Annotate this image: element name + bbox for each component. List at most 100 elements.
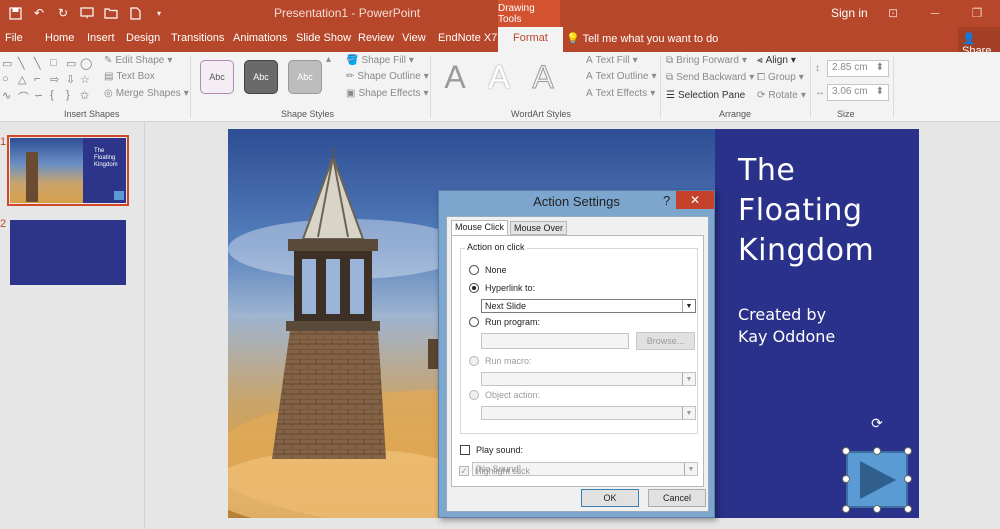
shape-triangle-icon[interactable]: △: [18, 73, 26, 86]
tab-insert[interactable]: Insert: [87, 32, 115, 44]
restore-icon[interactable]: ❐: [956, 2, 998, 24]
save-icon[interactable]: [4, 4, 26, 22]
rotate-button[interactable]: ⟳ Rotate ▾: [757, 90, 806, 101]
group-button[interactable]: ⧠ Group ▾: [757, 72, 804, 83]
option-hyperlink[interactable]: Hyperlink to:: [469, 283, 535, 293]
shape-style-swatch-light[interactable]: Abc: [200, 60, 234, 94]
tab-design[interactable]: Design: [126, 32, 160, 44]
shape-square-icon[interactable]: □: [50, 57, 57, 69]
shape-arrow-down-icon[interactable]: ⇩: [66, 73, 75, 86]
text-box-button[interactable]: ▤ Text Box: [104, 71, 155, 82]
slide-title[interactable]: The Floating Kingdom: [738, 151, 874, 271]
ribbon-display-options-icon[interactable]: ⊡: [872, 2, 914, 24]
shape-oval-icon[interactable]: ◯: [80, 57, 92, 70]
shape-height-field[interactable]: 2.85 cm ⬍: [827, 60, 889, 77]
tab-mouse-over[interactable]: Mouse Over: [510, 221, 568, 235]
resize-handle[interactable]: [904, 447, 912, 455]
hyperlink-target-select[interactable]: Next Slide ▼: [481, 299, 696, 313]
spin-icon[interactable]: ⬍: [876, 62, 884, 75]
rotate-handle-icon[interactable]: ⟳: [869, 415, 885, 431]
shape-brace-right-icon[interactable]: }: [66, 89, 70, 101]
shape-width-field[interactable]: 3.06 cm ⬍: [827, 84, 889, 101]
merge-shapes-button[interactable]: ◎ Merge Shapes ▾: [104, 88, 189, 99]
shape-rect2-icon[interactable]: ▭: [66, 57, 76, 70]
text-effects-button[interactable]: A Text Effects ▾: [586, 88, 655, 99]
shape-star2-icon[interactable]: ✩: [80, 89, 89, 102]
resize-handle[interactable]: [904, 505, 912, 513]
radio-none[interactable]: [469, 265, 479, 275]
slide-thumbnail-2[interactable]: [10, 220, 126, 285]
shape-styles-gallery-scroll[interactable]: ▴: [326, 54, 331, 65]
share-button[interactable]: 👤 Share: [958, 27, 1000, 57]
selection-pane-button[interactable]: ☰ Selection Pane: [666, 90, 745, 101]
tab-endnote[interactable]: EndNote X7: [438, 32, 497, 44]
resize-handle[interactable]: [842, 447, 850, 455]
shape-outline-button[interactable]: ✏ Shape Outline ▾: [346, 71, 429, 82]
radio-hyperlink[interactable]: [469, 283, 479, 293]
shape-curve-icon[interactable]: ∿: [2, 89, 11, 102]
wordart-style-gray[interactable]: A: [436, 58, 474, 96]
shape-rect-icon[interactable]: ▭: [2, 57, 12, 70]
shape-line2-icon[interactable]: ╲: [34, 57, 41, 70]
close-icon[interactable]: ✕: [676, 191, 714, 209]
tab-animations[interactable]: Animations: [233, 32, 287, 44]
bring-forward-button[interactable]: ⧉ Bring Forward ▾: [666, 55, 747, 66]
tell-me-search[interactable]: 💡 Tell me what you want to do: [566, 32, 718, 45]
tab-review[interactable]: Review: [358, 32, 394, 44]
help-icon[interactable]: ?: [663, 193, 670, 208]
text-fill-button[interactable]: A Text Fill ▾: [586, 55, 638, 66]
shape-style-swatch-dark[interactable]: Abc: [244, 60, 278, 94]
option-run-program[interactable]: Run program:: [469, 317, 540, 327]
undo-icon[interactable]: ↶: [28, 4, 50, 22]
slide-thumbnail-1[interactable]: The Floating Kingdom: [7, 135, 129, 206]
spin-icon[interactable]: ⬍: [876, 86, 884, 99]
tab-file[interactable]: File: [5, 32, 23, 44]
redo-icon[interactable]: ↻: [52, 4, 74, 22]
shape-connector-icon[interactable]: ⌒: [18, 89, 29, 105]
sign-in-link[interactable]: Sign in: [831, 6, 868, 20]
tab-mouse-click[interactable]: Mouse Click: [451, 220, 509, 236]
play-sound-checkbox[interactable]: [460, 445, 470, 455]
shape-style-swatch-gray[interactable]: Abc: [288, 60, 322, 94]
wordart-style-white[interactable]: A: [480, 58, 518, 96]
open-folder-icon[interactable]: [100, 4, 122, 22]
resize-handle[interactable]: [873, 447, 881, 455]
shape-line-icon[interactable]: ╲: [18, 57, 25, 70]
play-sound-option[interactable]: Play sound:: [460, 445, 523, 455]
resize-handle[interactable]: [873, 505, 881, 513]
resize-handle[interactable]: [842, 505, 850, 513]
minimize-icon[interactable]: ─: [914, 2, 956, 24]
shapes-gallery[interactable]: ▭ ╲ ╲ □ ▭ ◯ ○ △ ⌐ ⇨ ⇩ ☆ ∿ ⌒ ∽ { } ✩: [0, 55, 92, 105]
tab-transitions[interactable]: Transitions: [171, 32, 224, 44]
shape-elbow-icon[interactable]: ⌐: [34, 73, 40, 85]
resize-handle[interactable]: [904, 475, 912, 483]
wordart-style-outline[interactable]: A: [524, 58, 562, 96]
chevron-down-icon[interactable]: ▼: [682, 300, 695, 312]
align-button[interactable]: ⫷ Align ▾: [757, 55, 796, 66]
browse-button[interactable]: Browse...: [636, 332, 695, 350]
shape-arrow-right-icon[interactable]: ⇨: [50, 73, 59, 86]
shape-brace-left-icon[interactable]: {: [50, 89, 54, 101]
ok-button[interactable]: OK: [581, 489, 639, 507]
shape-circle-icon[interactable]: ○: [2, 73, 9, 85]
customize-qat-icon[interactable]: ▾: [148, 4, 170, 22]
new-file-icon[interactable]: [124, 4, 146, 22]
tab-view[interactable]: View: [402, 32, 426, 44]
tab-format[interactable]: Format: [498, 27, 563, 52]
action-button-forward-next[interactable]: [846, 451, 908, 508]
shape-freeform-icon[interactable]: ∽: [34, 89, 43, 102]
shape-fill-button[interactable]: 🪣 Shape Fill ▾: [346, 55, 414, 66]
send-backward-button[interactable]: ⧉ Send Backward ▾: [666, 72, 754, 83]
resize-handle[interactable]: [842, 475, 850, 483]
tab-home[interactable]: Home: [45, 32, 74, 44]
cancel-button[interactable]: Cancel: [648, 489, 706, 507]
slideshow-icon[interactable]: [76, 4, 98, 22]
radio-run-program[interactable]: [469, 317, 479, 327]
edit-shape-button[interactable]: ✎ Edit Shape ▾: [104, 55, 172, 66]
text-outline-button[interactable]: A Text Outline ▾: [586, 71, 657, 82]
shape-effects-button[interactable]: ▣ Shape Effects ▾: [346, 88, 429, 99]
tab-slide-show[interactable]: Slide Show: [296, 32, 351, 44]
shape-star-icon[interactable]: ☆: [80, 73, 90, 86]
slide-subtitle[interactable]: Created by Kay Oddone: [738, 304, 835, 348]
option-none[interactable]: None: [469, 265, 507, 275]
